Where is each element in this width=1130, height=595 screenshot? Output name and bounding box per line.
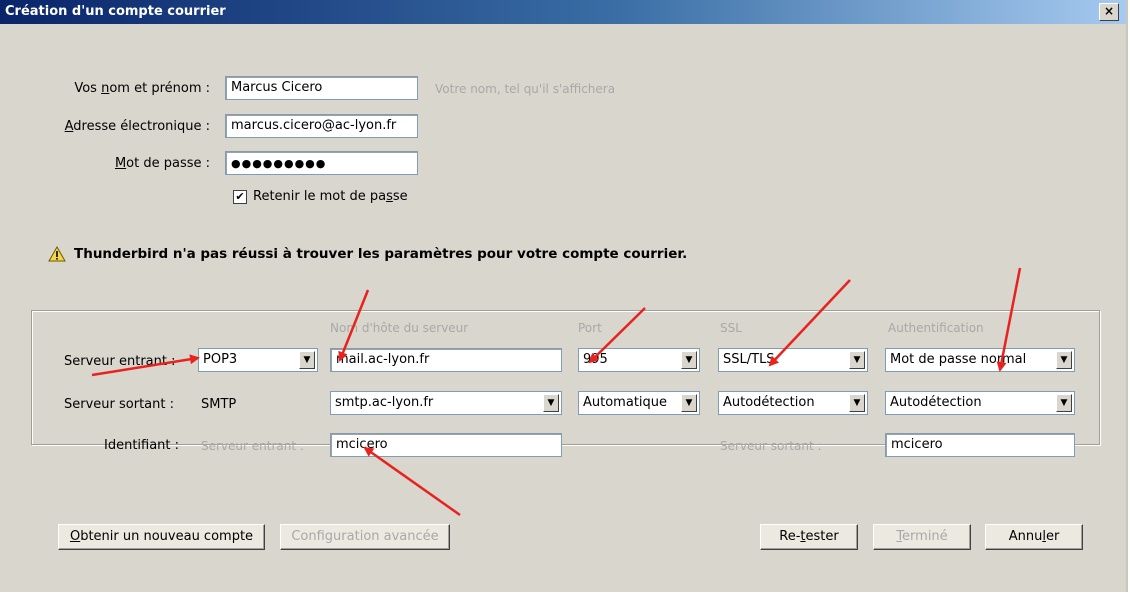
name-hint: Votre nom, tel qu'il s'affichera xyxy=(435,82,616,96)
window-title: Création d'un compte courrier xyxy=(5,4,226,19)
dialog-window: Création d'un compte courrier × Vos nom … xyxy=(0,0,1128,592)
dropdown-arrow-icon[interactable]: ▼ xyxy=(849,394,865,412)
dropdown-arrow-icon[interactable]: ▼ xyxy=(849,351,865,369)
dropdown-arrow-icon[interactable]: ▼ xyxy=(1056,351,1072,369)
outgoing-ssl-value: Autodétection xyxy=(723,395,815,410)
warning-icon xyxy=(48,246,66,262)
incoming-auth-value: Mot de passe normal xyxy=(890,352,1027,367)
outgoing-auth-select[interactable]: Autodétection ▼ xyxy=(885,391,1075,415)
email-field[interactable]: marcus.cicero@ac-lyon.fr xyxy=(225,114,418,138)
outgoing-server-label: Serveur sortant : xyxy=(64,397,174,412)
password-label-accesskey: M xyxy=(114,156,127,171)
name-field[interactable]: Marcus Cicero xyxy=(225,76,418,100)
password-label-rest: ot de passe : xyxy=(126,156,210,171)
dropdown-arrow-icon[interactable]: ▼ xyxy=(681,394,697,412)
done-label: erminé xyxy=(902,529,948,544)
new-account-button[interactable]: Obtenir un nouveau compte xyxy=(58,524,265,550)
incoming-type-value: POP3 xyxy=(203,352,238,367)
outgoing-hostname-value: smtp.ac-lyon.fr xyxy=(335,395,434,410)
auth-column-header: Authentification xyxy=(888,321,984,335)
cancel-label-rest: er xyxy=(1045,529,1060,544)
new-account-accesskey: O xyxy=(69,529,81,544)
warning-message: Thunderbird n'a pas réussi à trouver les… xyxy=(74,246,688,262)
name-label: Vos nom et prénom : xyxy=(40,81,210,96)
email-label-rest: dresse électronique : xyxy=(73,119,210,134)
dropdown-arrow-icon[interactable]: ▼ xyxy=(299,351,315,369)
incoming-hostname-field[interactable]: mail.ac-lyon.fr xyxy=(330,348,562,372)
retest-button[interactable]: Re-tester xyxy=(760,524,858,550)
dropdown-arrow-icon[interactable]: ▼ xyxy=(543,394,559,412)
new-account-label: btenir un nouveau compte xyxy=(80,529,254,544)
outgoing-port-select[interactable]: Automatique ▼ xyxy=(578,391,700,415)
email-label-accesskey: A xyxy=(64,119,74,134)
remember-label-rest: se xyxy=(392,189,408,204)
incoming-server-label: Serveur entrant : xyxy=(64,354,176,369)
title-bar: Création d'un compte courrier × xyxy=(0,0,1126,24)
port-column-header: Port xyxy=(578,321,602,335)
dropdown-arrow-icon[interactable]: ▼ xyxy=(681,351,697,369)
outgoing-auth-value: Autodétection xyxy=(890,395,982,410)
outgoing-ssl-select[interactable]: Autodétection ▼ xyxy=(718,391,868,415)
outgoing-hostname-combo[interactable]: smtp.ac-lyon.fr ▼ xyxy=(330,391,562,415)
incoming-ssl-select[interactable]: SSL/TLS ▼ xyxy=(718,348,868,372)
password-field[interactable]: ●●●●●●●●● xyxy=(225,151,418,175)
remember-label-accesskey: s xyxy=(386,189,393,204)
retest-label-rest: ester xyxy=(805,529,839,544)
incoming-type-select[interactable]: POP3 ▼ xyxy=(198,348,318,372)
incoming-auth-select[interactable]: Mot de passe normal ▼ xyxy=(885,348,1075,372)
ssl-column-header: SSL xyxy=(720,321,742,335)
retest-label: Re- xyxy=(779,529,801,544)
advanced-config-button: Configuration avancée xyxy=(280,524,450,550)
identifier-outgoing-field[interactable]: mcicero xyxy=(885,433,1075,457)
hostname-column-header: Nom d'hôte du serveur xyxy=(330,321,469,335)
remember-password-label[interactable]: Retenir le mot de passe xyxy=(253,189,408,204)
close-button[interactable]: × xyxy=(1099,3,1119,21)
identifier-incoming-label: Serveur entrant : xyxy=(201,439,304,453)
outgoing-port-value: Automatique xyxy=(583,395,668,410)
email-label: Adresse électronique : xyxy=(20,119,210,134)
identifier-incoming-field[interactable]: mcicero xyxy=(330,433,562,457)
identifier-outgoing-label: Serveur sortant : xyxy=(720,439,822,453)
password-label: Mot de passe : xyxy=(40,156,210,171)
incoming-port-select[interactable]: 995 ▼ xyxy=(578,348,700,372)
incoming-ssl-value: SSL/TLS xyxy=(723,352,775,367)
name-label-rest: om et prénom : xyxy=(109,81,210,96)
remember-password-checkbox[interactable]: ✔ xyxy=(233,190,247,204)
identifier-label: Identifiant : xyxy=(104,438,180,453)
outgoing-type: SMTP xyxy=(201,397,237,412)
name-label-text: Vos xyxy=(74,81,102,96)
done-button: Terminé xyxy=(873,524,971,550)
cancel-label: Annu xyxy=(1008,529,1043,544)
remember-label-text: Retenir le mot de pa xyxy=(253,189,387,204)
dropdown-arrow-icon[interactable]: ▼ xyxy=(1056,394,1072,412)
cancel-button[interactable]: Annuler xyxy=(985,524,1083,550)
incoming-port-value: 995 xyxy=(583,352,608,367)
